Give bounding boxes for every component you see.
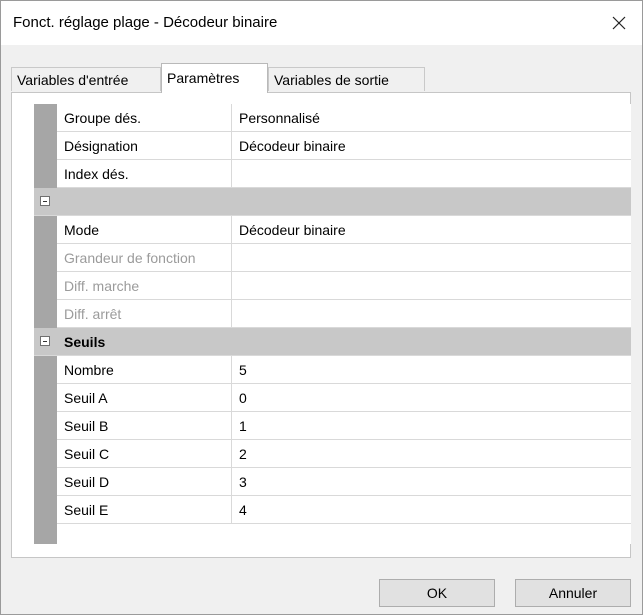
property-name: Désignation [57,132,232,160]
row-seuil-e[interactable]: Seuil E 4 [34,496,631,524]
property-name: Seuil D [57,468,232,496]
parameters-panel: Groupe dés. Personnalisé Désignation Déc… [11,92,631,558]
close-button[interactable] [596,1,642,45]
close-icon [612,16,626,30]
row-mode[interactable]: Mode Décodeur binaire [34,216,631,244]
property-name: Diff. marche [57,272,232,300]
row-diff-arret: Diff. arrêt [34,300,631,328]
property-name: Seuil A [57,384,232,412]
property-value [232,300,631,328]
property-value[interactable]: Personnalisé [232,104,631,132]
tab-strip: Variables d'entrée Paramètres Variables … [11,63,631,93]
collapse-minus-icon[interactable] [40,196,50,206]
property-value[interactable] [232,160,631,188]
row-diff-marche: Diff. marche [34,272,631,300]
tab-parameters[interactable]: Paramètres [161,63,268,93]
property-name: Index dés. [57,160,232,188]
row-seuil-b[interactable]: Seuil B 1 [34,412,631,440]
property-value[interactable]: Décodeur binaire [232,216,631,244]
property-value [232,244,631,272]
section-params [34,188,631,216]
window-title: Fonct. réglage plage - Décodeur binaire [13,14,278,31]
tab-input-variables[interactable]: Variables d'entrée [11,67,161,91]
property-value[interactable]: 3 [232,468,631,496]
property-name: Nombre [57,356,232,384]
property-value[interactable]: 0 [232,384,631,412]
row-grandeur-de-fonction: Grandeur de fonction [34,244,631,272]
property-value[interactable]: 4 [232,496,631,524]
property-name: Mode [57,216,232,244]
row-index-des[interactable]: Index dés. [34,160,631,188]
row-seuil-d[interactable]: Seuil D 3 [34,468,631,496]
row-seuil-a[interactable]: Seuil A 0 [34,384,631,412]
property-name: Groupe dés. [57,104,232,132]
title-bar: Fonct. réglage plage - Décodeur binaire [1,1,642,45]
property-value[interactable]: 1 [232,412,631,440]
tab-output-variables[interactable]: Variables de sortie [268,67,425,91]
section-seuils: Seuils [34,328,631,356]
property-value[interactable]: 5 [232,356,631,384]
dialog-window: Fonct. réglage plage - Décodeur binaire … [0,0,643,615]
ok-button[interactable]: OK [379,579,495,607]
collapse-minus-icon[interactable] [40,336,50,346]
property-value[interactable]: 2 [232,440,631,468]
property-name: Seuil C [57,440,232,468]
row-groupe-des[interactable]: Groupe dés. Personnalisé [34,104,631,132]
section-label: Seuils [64,334,106,350]
cancel-button[interactable]: Annuler [515,579,631,607]
row-nombre[interactable]: Nombre 5 [34,356,631,384]
property-value [232,272,631,300]
property-name: Seuil E [57,496,232,524]
row-designation[interactable]: Désignation Décodeur binaire [34,132,631,160]
property-name: Diff. arrêt [57,300,232,328]
row-seuil-c[interactable]: Seuil C 2 [34,440,631,468]
property-value[interactable]: Décodeur binaire [232,132,631,160]
property-name: Grandeur de fonction [57,244,232,272]
property-name: Seuil B [57,412,232,440]
